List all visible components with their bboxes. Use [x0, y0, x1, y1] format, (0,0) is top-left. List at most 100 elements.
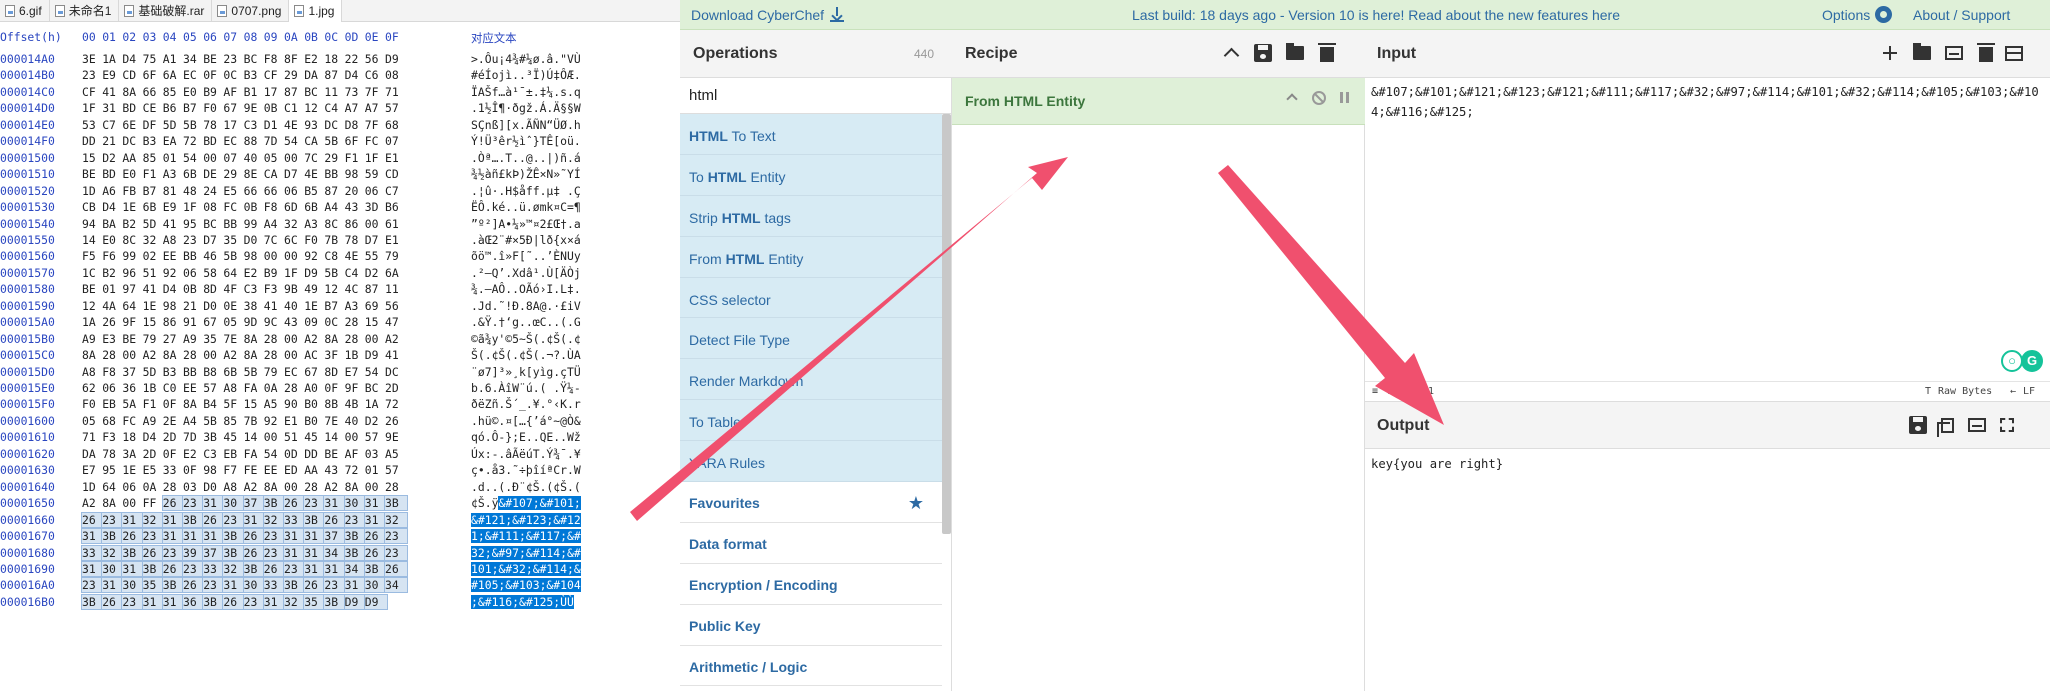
hex-byte[interactable]: 8A: [345, 480, 367, 494]
hex-byte[interactable]: CE: [143, 101, 165, 115]
hex-byte[interactable]: A7: [345, 101, 367, 115]
hex-byte[interactable]: 23: [182, 495, 206, 512]
hex-byte[interactable]: EC: [284, 365, 306, 379]
hex-byte[interactable]: 90: [284, 397, 306, 411]
hex-byte[interactable]: 33: [262, 577, 287, 594]
hex-byte[interactable]: A1: [163, 52, 185, 66]
hex-byte[interactable]: 67: [203, 315, 225, 329]
hex-byte[interactable]: 64: [122, 299, 144, 313]
hex-byte[interactable]: 41: [143, 282, 165, 296]
hex-byte[interactable]: 2D: [143, 447, 165, 461]
hex-byte[interactable]: F1: [143, 167, 165, 181]
hex-byte[interactable]: 3B: [222, 528, 247, 545]
hex-byte[interactable]: BA: [102, 217, 124, 231]
hex-byte[interactable]: 29: [324, 151, 346, 165]
row-text[interactable]: Ý!Ü³êr½ìˆ}TÊ[oü.: [471, 134, 605, 148]
hex-byte[interactable]: 87: [324, 184, 346, 198]
hex-byte[interactable]: 7D: [264, 134, 286, 148]
hex-byte[interactable]: 58: [203, 266, 225, 280]
hex-byte[interactable]: 40: [345, 414, 367, 428]
hex-byte[interactable]: EB: [102, 397, 124, 411]
row-text[interactable]: 1;&#111;&#117;&#: [471, 529, 605, 544]
hex-byte[interactable]: 33: [283, 511, 307, 528]
hex-byte[interactable]: B9: [203, 85, 225, 99]
hex-byte[interactable]: B3: [244, 68, 266, 82]
hex-byte[interactable]: BE: [82, 282, 104, 296]
hex-byte[interactable]: 31: [283, 528, 307, 545]
hex-byte[interactable]: 00: [203, 151, 225, 165]
row-text[interactable]: 32;&#97;&#114;&#: [471, 545, 605, 560]
hex-byte[interactable]: 6E: [122, 118, 144, 132]
hex-byte[interactable]: 00: [365, 217, 387, 231]
hex-byte[interactable]: 40: [284, 299, 306, 313]
hex-byte[interactable]: 12: [82, 299, 104, 313]
hex-byte[interactable]: 5A: [122, 397, 144, 411]
hex-byte[interactable]: 17: [223, 118, 245, 132]
hex-byte[interactable]: D4: [102, 200, 124, 214]
hex-byte[interactable]: BC: [365, 381, 387, 395]
hex-byte[interactable]: 79: [264, 365, 286, 379]
hex-byte[interactable]: 0F: [324, 381, 346, 395]
hex-byte[interactable]: EB: [223, 447, 245, 461]
hex-byte[interactable]: D2: [365, 414, 387, 428]
hex-byte[interactable]: BB: [183, 365, 205, 379]
hex-byte[interactable]: B7: [183, 101, 205, 115]
hex-byte[interactable]: F1: [345, 151, 367, 165]
hex-byte[interactable]: B6: [163, 101, 185, 115]
hex-byte[interactable]: 92: [264, 414, 286, 428]
row-text[interactable]: .¦û·.H$åff.µ‡ .Ç: [471, 184, 605, 198]
hex-byte[interactable]: 00: [122, 348, 144, 362]
hex-byte[interactable]: 23: [262, 544, 287, 561]
hex-byte[interactable]: B9: [264, 266, 286, 280]
hex-byte[interactable]: 1F: [82, 101, 104, 115]
hex-byte[interactable]: 23: [384, 544, 408, 561]
hex-byte[interactable]: 08: [203, 200, 225, 214]
hex-byte[interactable]: F1: [143, 397, 165, 411]
hex-byte[interactable]: A4: [183, 414, 205, 428]
reset-layout-icon[interactable]: [2005, 46, 2023, 61]
hex-byte[interactable]: B0: [304, 414, 326, 428]
hex-byte[interactable]: 02: [143, 249, 165, 263]
hex-byte[interactable]: B7: [143, 184, 165, 198]
hex-byte[interactable]: 30: [121, 577, 146, 594]
hex-byte[interactable]: 26: [242, 528, 267, 545]
hex-byte[interactable]: BB: [183, 249, 205, 263]
hex-byte[interactable]: 3B: [343, 528, 368, 545]
hex-byte[interactable]: 05: [223, 315, 245, 329]
hex-byte[interactable]: 1A: [365, 397, 387, 411]
hex-byte[interactable]: 92: [304, 249, 326, 263]
hex-byte[interactable]: FC: [223, 200, 245, 214]
hex-byte[interactable]: C3: [203, 447, 225, 461]
hex-byte[interactable]: 06: [102, 381, 124, 395]
hex-byte[interactable]: 3B: [363, 560, 388, 577]
hex-byte[interactable]: 1B: [345, 348, 367, 362]
hex-byte[interactable]: 8D: [324, 365, 346, 379]
hex-byte[interactable]: 8C: [122, 233, 144, 247]
hex-byte[interactable]: EE: [163, 249, 185, 263]
hex-byte[interactable]: E5: [223, 184, 245, 198]
hex-byte[interactable]: EE: [183, 381, 205, 395]
hex-byte[interactable]: BC: [304, 85, 326, 99]
hex-byte[interactable]: F6: [102, 249, 124, 263]
hex-byte[interactable]: 31: [363, 511, 388, 528]
hex-byte[interactable]: EE: [264, 463, 286, 477]
hex-byte[interactable]: 1C: [82, 266, 104, 280]
hex-byte[interactable]: 18: [122, 430, 144, 444]
hex-byte[interactable]: 07: [223, 151, 245, 165]
hex-byte[interactable]: DD: [304, 447, 326, 461]
hex-byte[interactable]: 72: [385, 397, 407, 411]
hex-byte[interactable]: 5D: [163, 118, 185, 132]
hex-byte[interactable]: 72: [183, 134, 205, 148]
category-item[interactable]: Encryption / Encoding: [680, 563, 942, 605]
hex-byte[interactable]: 1E: [143, 299, 165, 313]
hex-byte[interactable]: 36: [182, 593, 206, 610]
open-file-icon[interactable]: [1945, 46, 1963, 60]
hex-byte[interactable]: D7: [284, 167, 306, 181]
add-tab-icon[interactable]: [1881, 44, 1899, 62]
hex-byte[interactable]: 1F: [365, 151, 387, 165]
hex-byte[interactable]: B3: [163, 365, 185, 379]
hex-byte[interactable]: A9: [183, 332, 205, 346]
hex-byte[interactable]: 45: [304, 430, 326, 444]
hex-byte[interactable]: 86: [163, 315, 185, 329]
hex-byte[interactable]: 67: [304, 365, 326, 379]
